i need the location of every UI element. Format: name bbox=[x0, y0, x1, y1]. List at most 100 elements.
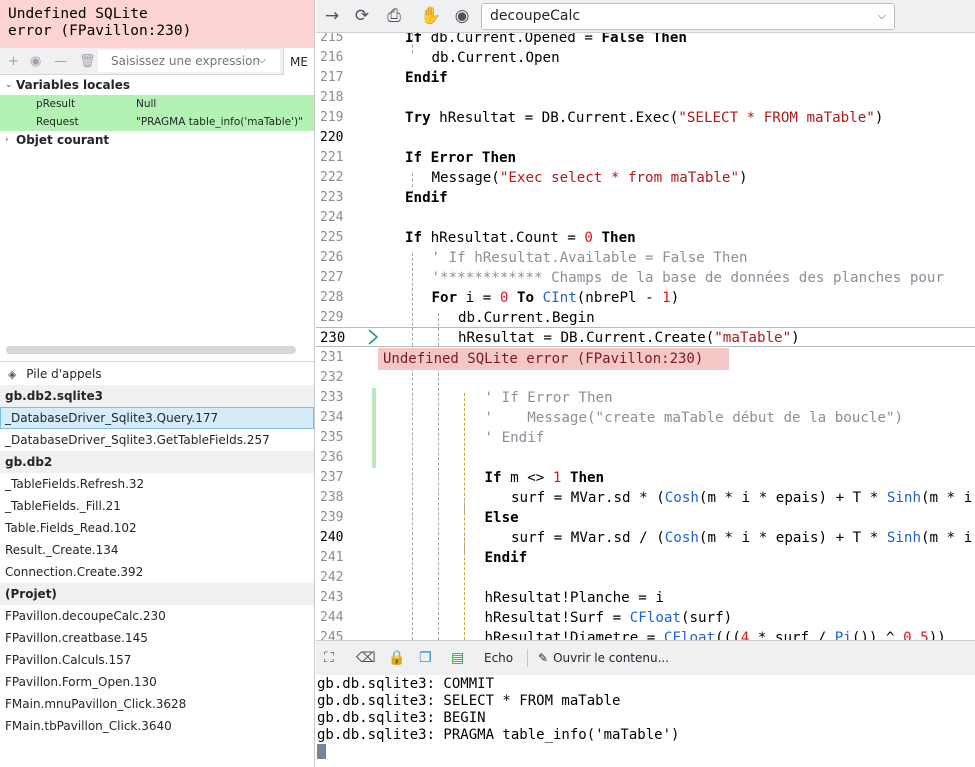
refresh-icon[interactable]: ⟳ bbox=[350, 5, 374, 27]
current-code-line: hResultat = DB.Current.Create("maTable") bbox=[458, 330, 800, 346]
console-line: gb.db.sqlite3: PRAGMA table_info('maTabl… bbox=[317, 727, 680, 743]
code-line: Endif bbox=[405, 70, 448, 86]
function-select[interactable]: decoupeCalc ⌵ bbox=[481, 3, 895, 30]
print-icon[interactable]: ⎙ bbox=[382, 5, 406, 27]
code-line: Message("Exec select * from maTable") bbox=[431, 170, 748, 186]
line-number: 237 bbox=[320, 470, 344, 485]
forward-arrow-icon[interactable]: → bbox=[320, 5, 344, 27]
line-number: 221 bbox=[320, 150, 344, 165]
variable-row[interactable]: pResult Null bbox=[0, 95, 314, 113]
eye-icon[interactable]: ◉ bbox=[450, 5, 474, 27]
line-number: 232 bbox=[320, 370, 344, 385]
chevron-down-icon[interactable]: ⌵ bbox=[878, 9, 886, 23]
call-stack-title: Pile d'appels bbox=[26, 367, 102, 381]
call-item[interactable]: _TableFields.Refresh.32 bbox=[0, 473, 314, 495]
line-number: 236 bbox=[320, 450, 344, 465]
line-number: 244 bbox=[320, 610, 344, 625]
inline-error-message: Undefined SQLite error (FPavillon:230) bbox=[378, 348, 729, 370]
code-line: surf = MVar.sd / (Cosh(m * i * epais) + … bbox=[511, 530, 973, 546]
line-number: 220 bbox=[320, 130, 344, 145]
call-item[interactable]: _TableFields._Fill.21 bbox=[0, 495, 314, 517]
expression-input[interactable] bbox=[98, 50, 280, 72]
call-group: gb.db2 bbox=[0, 451, 314, 473]
call-item[interactable]: Table.Fields_Read.102 bbox=[0, 517, 314, 539]
call-item[interactable]: FPavillon.Form_Open.130 bbox=[0, 671, 314, 693]
call-item[interactable]: _DatabaseDriver_Sqlite3.GetTableFields.2… bbox=[0, 429, 314, 451]
open-content-button[interactable]: ✎ Ouvrir le contenu... bbox=[538, 651, 669, 665]
call-stack-list: gb.db2.sqlite3 _DatabaseDriver_Sqlite3.Q… bbox=[0, 385, 314, 737]
call-stack-header: ◈ Pile d'appels bbox=[0, 361, 314, 385]
line-number: 241 bbox=[320, 550, 344, 565]
trash-icon[interactable]: 🗑 bbox=[79, 54, 96, 69]
minus-icon[interactable]: — bbox=[54, 54, 67, 69]
code-editor[interactable]: 215 216 217 218 219 220 221 222 223 224 … bbox=[316, 33, 975, 640]
text-caret bbox=[317, 744, 326, 759]
call-item[interactable]: FPavillon.decoupeCalc.230 bbox=[0, 605, 314, 627]
code-line: db.Current.Begin bbox=[458, 310, 595, 326]
line-number: 225 bbox=[320, 230, 344, 245]
current-object-node[interactable]: › Objet courant bbox=[0, 131, 314, 150]
variable-row[interactable]: Request "PRAGMA table_info('maTable')" bbox=[0, 113, 314, 131]
expression-toolbar: + ◉ — 🗑 ⌵ bbox=[0, 48, 314, 75]
code-line: Try hResultat = DB.Current.Exec("SELECT … bbox=[405, 110, 884, 126]
output-toolbar: ⛶ ⌫ 🔒 ❐ ▤ Echo ✎ Ouvrir le contenu... bbox=[316, 640, 975, 675]
horizontal-scrollbar[interactable] bbox=[6, 346, 296, 354]
current-line-arrow-icon bbox=[368, 329, 379, 345]
locals-node[interactable]: ⌄ Variables locales bbox=[0, 76, 314, 95]
lock-icon[interactable]: 🔒 bbox=[388, 650, 405, 666]
call-item[interactable]: Result._Create.134 bbox=[0, 539, 314, 561]
code-line: db.Current.Open bbox=[431, 50, 560, 66]
line-number: 215 bbox=[320, 33, 344, 45]
line-number: 242 bbox=[320, 570, 344, 585]
plus-icon[interactable]: + bbox=[8, 54, 19, 69]
code-line: Else bbox=[484, 510, 519, 526]
eye-icon[interactable]: ◉ bbox=[30, 54, 41, 69]
line-number: 239 bbox=[320, 510, 344, 525]
console-output[interactable]: gb.db.sqlite3: COMMIT gb.db.sqlite3: SEL… bbox=[316, 675, 975, 767]
echo-button[interactable]: Echo bbox=[484, 651, 513, 665]
stack-icon: ◈ bbox=[8, 368, 17, 381]
call-item[interactable]: FMain.tbPavillon_Click.3640 bbox=[0, 715, 314, 737]
code-line: If m <> 1 Then bbox=[484, 470, 605, 486]
save-icon[interactable]: ▤ bbox=[451, 650, 464, 666]
copy-icon[interactable]: ❐ bbox=[419, 650, 432, 666]
stop-hand-icon[interactable]: ✋ bbox=[419, 5, 443, 27]
line-number: 219 bbox=[320, 110, 344, 125]
fit-icon[interactable]: ⛶ bbox=[324, 650, 334, 666]
code-line: Endif bbox=[405, 190, 448, 206]
code-line: For i = 0 To CInt(nbrePl - 1) bbox=[431, 290, 680, 306]
call-item[interactable]: FMain.mnuPavillon_Click.3628 bbox=[0, 693, 314, 715]
error-banner-line2: error (FPavillon:230) bbox=[8, 23, 192, 39]
variable-name: Request bbox=[36, 116, 79, 128]
line-number: 226 bbox=[320, 250, 344, 265]
error-banner: Undefined SQLite error (FPavillon:230) bbox=[0, 0, 314, 48]
chevron-down-icon[interactable]: ⌵ bbox=[258, 53, 266, 67]
code-line: Endif bbox=[484, 550, 528, 566]
line-number: 238 bbox=[320, 490, 344, 505]
line-number: 228 bbox=[320, 290, 344, 305]
chevron-right-icon[interactable]: › bbox=[5, 131, 9, 150]
console-line: gb.db.sqlite3: SELECT * FROM maTable bbox=[317, 693, 621, 709]
indent-guide bbox=[464, 533, 465, 553]
debug-panel: Undefined SQLite error (FPavillon:230) +… bbox=[0, 0, 315, 767]
me-button[interactable]: ME bbox=[283, 48, 314, 75]
call-item[interactable]: FPavillon.creatbase.145 bbox=[0, 627, 314, 649]
call-group: (Projet) bbox=[0, 583, 314, 605]
chevron-down-icon[interactable]: ⌄ bbox=[5, 76, 13, 95]
code-line: If Error Then bbox=[405, 150, 517, 166]
call-item[interactable]: Connection.Create.392 bbox=[0, 561, 314, 583]
indent-guide bbox=[464, 493, 465, 513]
clear-icon[interactable]: ⌫ bbox=[356, 650, 376, 666]
locals-label: Variables locales bbox=[16, 78, 130, 92]
indent-guide bbox=[412, 253, 413, 640]
line-number: 243 bbox=[320, 590, 344, 605]
call-item[interactable]: FPavillon.Calculs.157 bbox=[0, 649, 314, 671]
open-content-label: Ouvrir le contenu... bbox=[553, 651, 670, 665]
line-number: 227 bbox=[320, 270, 344, 285]
indent-guide bbox=[464, 393, 465, 640]
console-prompt[interactable] bbox=[317, 744, 975, 762]
code-line: ' If hResultat.Available = False Then bbox=[431, 250, 748, 266]
function-select-value: decoupeCalc bbox=[490, 8, 581, 24]
call-item-selected[interactable]: _DatabaseDriver_Sqlite3.Query.177 bbox=[0, 407, 314, 429]
line-number: 234 bbox=[320, 410, 344, 425]
